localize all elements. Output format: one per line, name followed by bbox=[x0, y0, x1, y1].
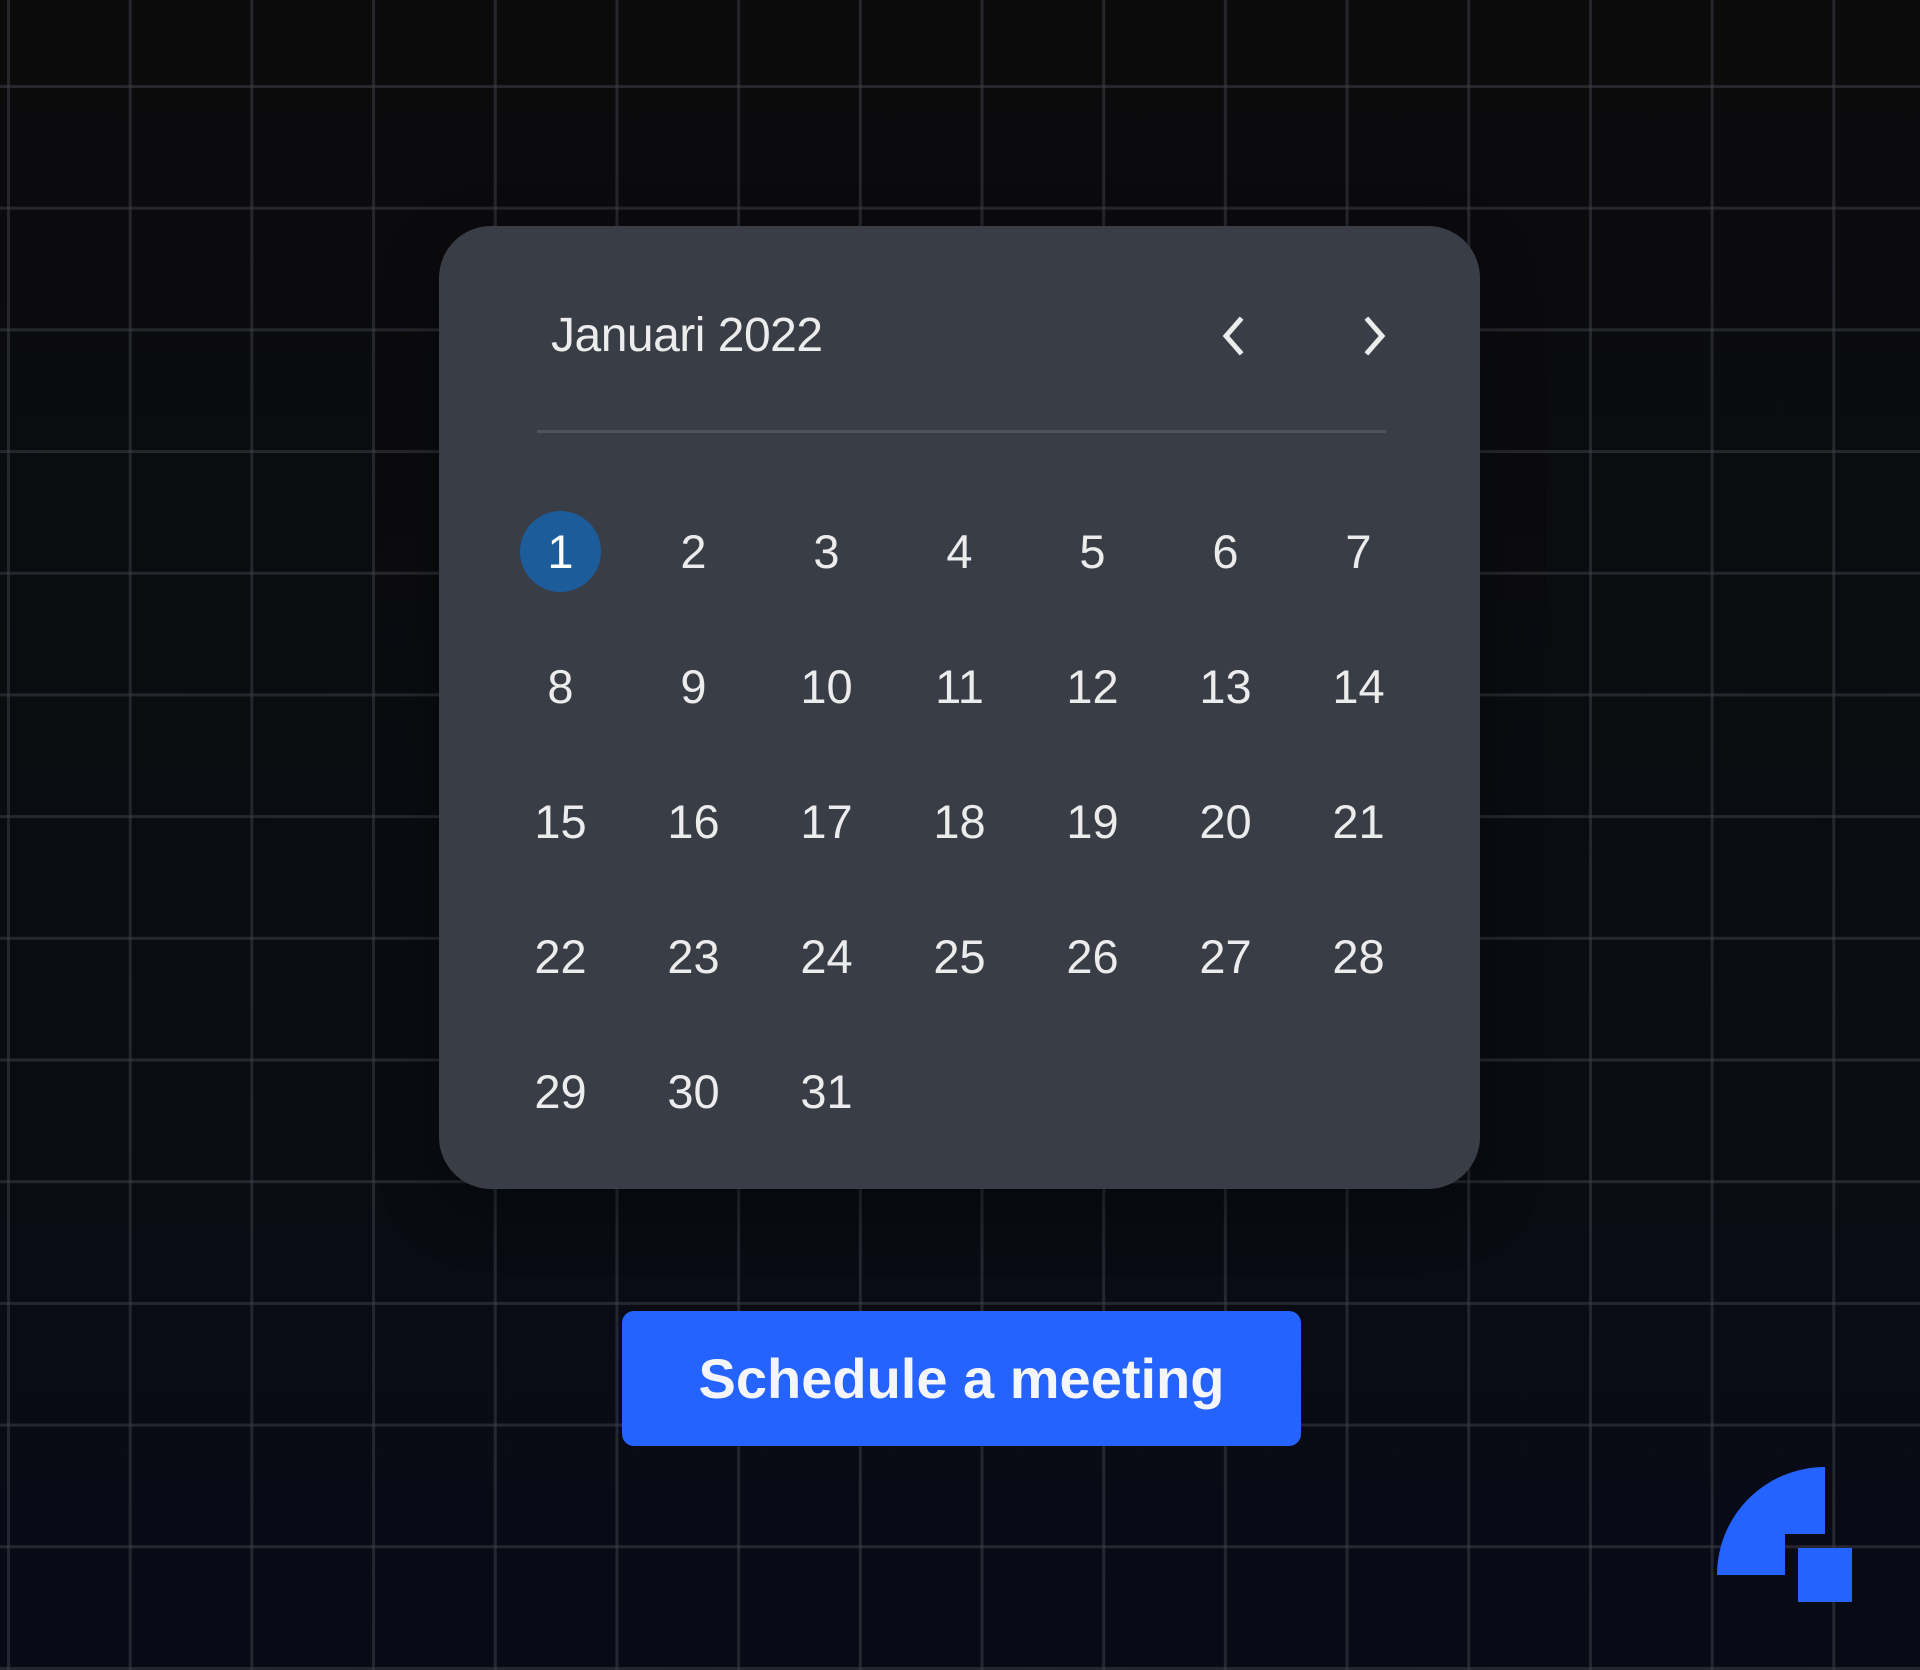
day-number: 16 bbox=[667, 795, 720, 848]
day-number: 19 bbox=[1066, 795, 1119, 848]
day-cell[interactable]: 7 bbox=[1292, 484, 1425, 619]
day-cell[interactable]: 29 bbox=[494, 1024, 627, 1159]
day-number: 9 bbox=[680, 660, 707, 713]
day-number: 26 bbox=[1066, 930, 1119, 983]
day-cell[interactable]: 18 bbox=[893, 754, 1026, 889]
day-cell[interactable]: 11 bbox=[893, 619, 1026, 754]
day-cell[interactable]: 17 bbox=[760, 754, 893, 889]
day-number: 11 bbox=[935, 660, 984, 713]
day-cell[interactable]: 28 bbox=[1292, 889, 1425, 1024]
previous-month-button[interactable] bbox=[1209, 312, 1257, 360]
day-cell[interactable]: 12 bbox=[1026, 619, 1159, 754]
day-cell[interactable]: 27 bbox=[1159, 889, 1292, 1024]
day-cell[interactable]: 10 bbox=[760, 619, 893, 754]
day-number: 7 bbox=[1345, 525, 1372, 578]
day-cell[interactable]: 14 bbox=[1292, 619, 1425, 754]
day-cell[interactable]: 13 bbox=[1159, 619, 1292, 754]
day-cell[interactable]: 26 bbox=[1026, 889, 1159, 1024]
date-picker-card: Januari 2022 1 2 3 4 5 6 7 8 9 10 11 12 13 14 15 16 17 18… bbox=[439, 226, 1480, 1189]
day-cell[interactable]: 2 bbox=[627, 484, 760, 619]
day-number: 14 bbox=[1332, 660, 1385, 713]
day-cell[interactable]: 9 bbox=[627, 619, 760, 754]
day-cell[interactable]: 3 bbox=[760, 484, 893, 619]
header-divider bbox=[537, 430, 1386, 433]
day-number: 29 bbox=[534, 1065, 587, 1118]
day-cell[interactable]: 31 bbox=[760, 1024, 893, 1159]
day-number: 8 bbox=[547, 660, 574, 713]
day-cell[interactable]: 6 bbox=[1159, 484, 1292, 619]
day-cell[interactable]: 19 bbox=[1026, 754, 1159, 889]
day-number: 6 bbox=[1212, 525, 1239, 578]
day-number: 13 bbox=[1199, 660, 1252, 713]
chevron-left-icon bbox=[1222, 316, 1244, 356]
day-number: 15 bbox=[534, 795, 587, 848]
day-number: 5 bbox=[1079, 525, 1106, 578]
chevron-right-icon bbox=[1364, 316, 1386, 356]
day-number: 20 bbox=[1199, 795, 1252, 848]
day-cell[interactable]: 23 bbox=[627, 889, 760, 1024]
days-grid: 1 2 3 4 5 6 7 8 9 10 11 12 13 14 15 16 17 18 19 20 21 22 23 24 2… bbox=[494, 484, 1425, 1159]
day-number: 27 bbox=[1199, 930, 1252, 983]
day-number: 25 bbox=[933, 930, 986, 983]
day-cell-selected[interactable]: 1 bbox=[494, 484, 627, 619]
day-cell[interactable]: 4 bbox=[893, 484, 1026, 619]
day-number: 31 bbox=[800, 1065, 853, 1118]
schedule-meeting-button[interactable]: Schedule a meeting bbox=[622, 1311, 1301, 1446]
day-number: 18 bbox=[933, 795, 986, 848]
day-number: 3 bbox=[813, 525, 840, 578]
day-cell[interactable]: 20 bbox=[1159, 754, 1292, 889]
day-number: 23 bbox=[667, 930, 720, 983]
day-number: 2 bbox=[680, 525, 707, 578]
brand-logo-icon bbox=[1717, 1467, 1852, 1602]
next-month-button[interactable] bbox=[1351, 312, 1399, 360]
day-number: 24 bbox=[800, 930, 853, 983]
day-cell[interactable]: 22 bbox=[494, 889, 627, 1024]
day-number: 30 bbox=[667, 1065, 720, 1118]
day-cell[interactable]: 16 bbox=[627, 754, 760, 889]
day-number: 4 bbox=[946, 525, 973, 578]
day-number: 10 bbox=[800, 660, 853, 713]
day-cell[interactable]: 30 bbox=[627, 1024, 760, 1159]
day-cell[interactable]: 15 bbox=[494, 754, 627, 889]
day-cell[interactable]: 8 bbox=[494, 619, 627, 754]
day-number: 21 bbox=[1332, 795, 1385, 848]
day-number: 1 bbox=[520, 511, 601, 592]
day-number: 17 bbox=[800, 795, 853, 848]
day-cell[interactable]: 24 bbox=[760, 889, 893, 1024]
day-number: 28 bbox=[1332, 930, 1385, 983]
day-cell[interactable]: 25 bbox=[893, 889, 1026, 1024]
logo-square bbox=[1798, 1548, 1852, 1602]
day-number: 22 bbox=[534, 930, 587, 983]
day-cell[interactable]: 21 bbox=[1292, 754, 1425, 889]
day-number: 12 bbox=[1066, 660, 1119, 713]
month-title: Januari 2022 bbox=[551, 309, 823, 362]
day-cell[interactable]: 5 bbox=[1026, 484, 1159, 619]
